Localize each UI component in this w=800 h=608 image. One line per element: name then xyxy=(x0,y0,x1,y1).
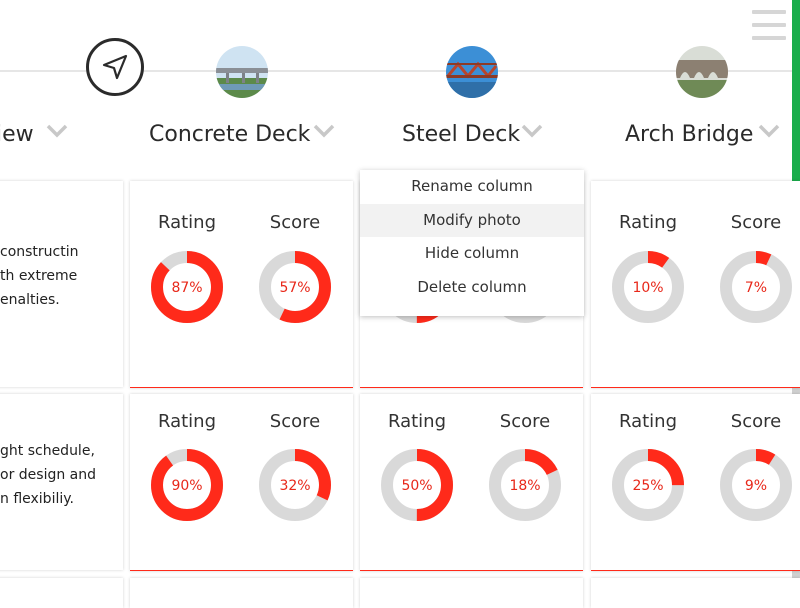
chevron-down-icon[interactable] xyxy=(758,124,780,138)
gauge-value: 18% xyxy=(509,478,540,494)
arch-bridge-cell xyxy=(591,578,800,608)
column-title-concrete-deck: Concrete Deck xyxy=(149,122,311,147)
column-title-arch-bridge: Arch Bridge xyxy=(625,122,754,147)
gauge-value: 32% xyxy=(279,478,310,494)
rating-label: Rating xyxy=(618,212,678,233)
rating-gauge: 50% xyxy=(381,449,453,521)
description-card: constructin th extreme enalties. xyxy=(0,181,123,387)
description-card: ght schedule, or design and n flexibiliy… xyxy=(0,394,123,570)
description-line: enalties. xyxy=(0,292,60,308)
description-line: th extreme xyxy=(0,268,78,284)
menu-item-hide-column[interactable]: Hide column xyxy=(360,237,584,271)
rating-label: Rating xyxy=(157,411,217,432)
navigate-button[interactable] xyxy=(86,38,144,96)
rating-label: Rating xyxy=(618,411,678,432)
menu-icon[interactable] xyxy=(752,10,786,40)
score-gauge: 57% xyxy=(259,251,331,323)
rating-gauge: 90% xyxy=(151,449,223,521)
menu-item-rename-column[interactable]: Rename column xyxy=(360,170,584,204)
score-label: Score xyxy=(730,212,782,233)
description-line: or design and xyxy=(0,467,97,483)
arch-bridge-photo[interactable] xyxy=(676,46,728,98)
menu-item-modify-photo[interactable]: Modify photo xyxy=(360,203,584,237)
concrete-deck-cell xyxy=(130,578,353,608)
description-card xyxy=(0,578,123,608)
score-gauge: 18% xyxy=(489,449,561,521)
rating-gauge: 10% xyxy=(612,251,684,323)
rating-gauge: 25% xyxy=(612,449,684,521)
gauge-value: 57% xyxy=(279,280,310,296)
description-line: n flexibiliy. xyxy=(0,491,74,507)
column-title-steel-deck: Steel Deck xyxy=(402,122,521,147)
chevron-down-icon[interactable] xyxy=(521,124,543,138)
score-label: Score xyxy=(730,411,782,432)
navigation-arrow-icon xyxy=(102,54,128,80)
score-gauge: 9% xyxy=(720,449,792,521)
score-label: Score xyxy=(269,212,321,233)
score-label: Score xyxy=(269,411,321,432)
steel-deck-cell xyxy=(360,578,583,608)
rating-gauge: 87% xyxy=(151,251,223,323)
gauge-value: 50% xyxy=(401,478,432,494)
gauge-value: 9% xyxy=(745,478,767,494)
concrete-deck-photo[interactable] xyxy=(216,46,268,98)
score-gauge: 7% xyxy=(720,251,792,323)
score-label: Score xyxy=(499,411,551,432)
gauge-value: 90% xyxy=(171,478,202,494)
description-line: constructin xyxy=(0,244,79,260)
gauge-value: 25% xyxy=(632,478,663,494)
gauge-value: 87% xyxy=(171,280,202,296)
rating-label: Rating xyxy=(157,212,217,233)
score-gauge: 32% xyxy=(259,449,331,521)
rating-label: Rating xyxy=(387,411,447,432)
gauge-value: 7% xyxy=(745,280,767,296)
steel-deck-photo[interactable] xyxy=(446,46,498,98)
description-line: ght schedule, xyxy=(0,443,95,459)
chevron-down-icon[interactable] xyxy=(46,124,68,138)
gauge-value: 10% xyxy=(632,280,663,296)
column-title-overview: iew xyxy=(0,122,34,147)
chevron-down-icon[interactable] xyxy=(313,124,335,138)
column-context-menu: Rename column Modify photo Hide column D… xyxy=(360,170,584,316)
menu-item-delete-column[interactable]: Delete column xyxy=(360,271,584,305)
